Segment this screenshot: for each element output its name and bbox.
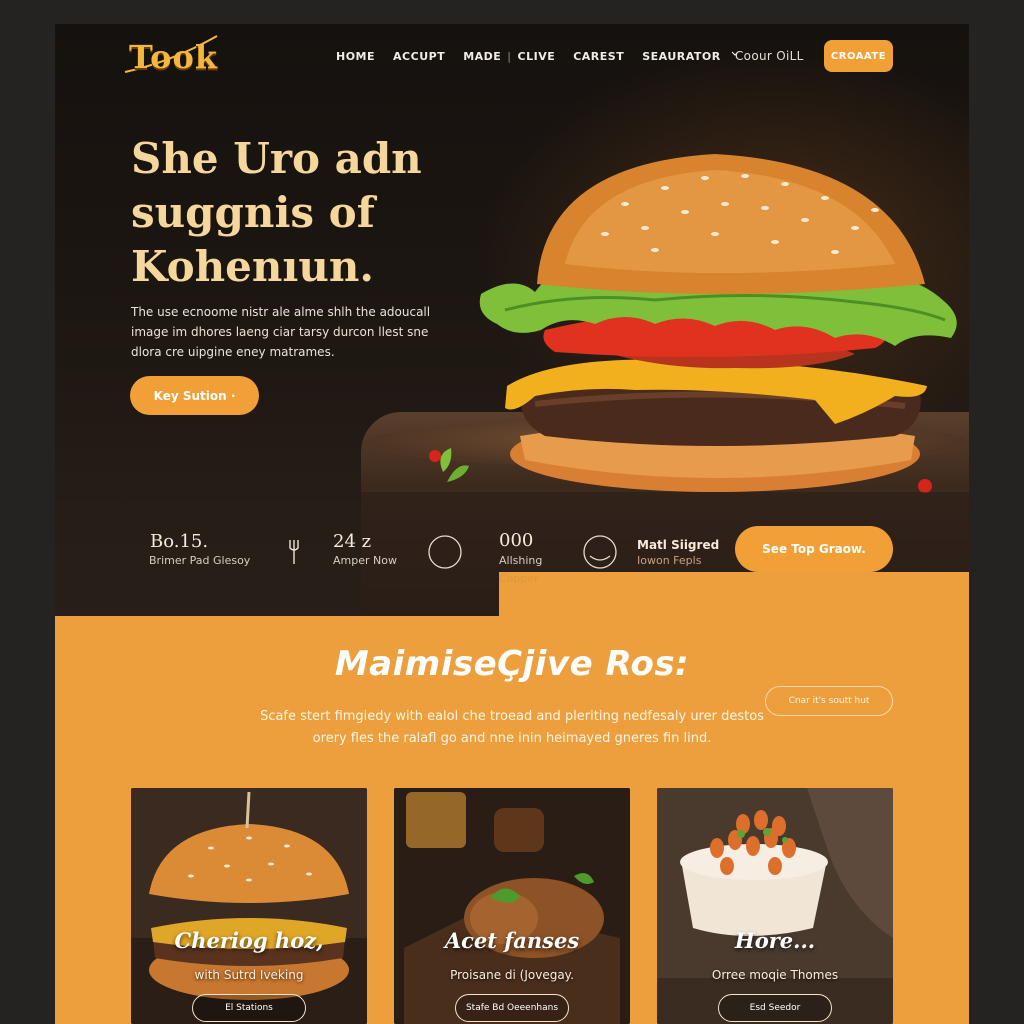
fork-icon — [289, 540, 299, 564]
hero-title-line-3: Kohenıun. — [131, 242, 375, 291]
card-button-3[interactable]: Esd Seedor — [718, 994, 832, 1022]
see-top-button[interactable]: See Top Graow. — [735, 526, 893, 572]
nav-link-accupt[interactable]: ACCUPT — [393, 50, 445, 63]
nav-link-seaurator-label: SEAURATOR — [642, 50, 721, 63]
menu-card-2[interactable]: Acet fanses Proisane di (Jovegay. Stafe … — [394, 788, 630, 1024]
section-title: MaimiseÇjive Ros: — [334, 644, 690, 684]
stat-value-2: 24 z — [333, 531, 372, 552]
see-top-button-label: See Top Graow. — [762, 542, 866, 556]
nav-link-clive[interactable]: CLIVE — [518, 50, 556, 63]
card-title-2: Acet fanses — [444, 928, 580, 953]
hero-title-line-1: She Uro adn — [131, 134, 422, 183]
stat-label-3: Allshing — [499, 554, 543, 567]
nav-link-carest[interactable]: CAREST — [573, 50, 624, 63]
stat-label-2: Amper Now — [333, 554, 397, 567]
logo[interactable]: Took — [129, 38, 218, 76]
card-button-1[interactable]: El Stations — [192, 994, 306, 1022]
stat-label-4: Iowon Fepls — [637, 554, 702, 567]
card-title-3: Hore... — [734, 928, 816, 953]
top-nav: Took HOME ACCUPT MADE | CLIVE CAREST SEA… — [55, 24, 969, 94]
card-title-1: Cheriog hoz, — [174, 928, 324, 953]
nav-link-separator: | — [507, 50, 512, 63]
hero-subtitle: The use ecnoome nistr ale alme shlh the … — [131, 305, 431, 359]
card-button-2[interactable]: Stafe Bd Oeeenhans — [455, 994, 569, 1022]
menu-card-3[interactable]: Hore... Orree moqie Thomes Esd Seedor — [657, 788, 893, 1024]
fried-food-photo — [394, 788, 630, 1024]
card-subtitle-1: with Sutrd Iveking — [194, 968, 304, 982]
nav-link-made[interactable]: MADE — [463, 50, 501, 63]
nav-link-home[interactable]: HOME — [336, 50, 375, 63]
burger-image — [479, 154, 957, 492]
nav-links: HOME ACCUPT MADE | CLIVE CAREST SEAURATO… — [336, 50, 757, 63]
burger-photo — [131, 788, 367, 1024]
hero-cta-button[interactable]: Key Sution · — [130, 376, 259, 415]
menu-card-1[interactable]: Cheriog hoz, with Sutrd Iveking El Stati… — [131, 788, 367, 1024]
section-subtitle: Scafe stert fimgiedy with ealol che troe… — [260, 709, 764, 746]
section-pill-button[interactable]: Cnar it's soutt hut — [765, 686, 893, 716]
stat-value-4: Matl Siigred — [637, 538, 720, 552]
featured-section: MaimiseÇjive Ros: Cnar it's soutt hut Sc… — [55, 616, 969, 1024]
nav-link-seaurator[interactable]: SEAURATOR — [642, 50, 739, 63]
page: Took HOME ACCUPT MADE | CLIVE CAREST SEA… — [55, 24, 969, 1024]
hero-title: She Uro adn suggnis of Kohenıun. — [131, 132, 461, 294]
create-button[interactable]: CROAATE — [824, 40, 893, 72]
circle-outline-icon — [583, 535, 617, 569]
hero-section: Took HOME ACCUPT MADE | CLIVE CAREST SEA… — [55, 24, 969, 980]
snack-bowl-photo — [657, 788, 893, 1024]
stat-value-3: 000 — [499, 530, 534, 551]
hero-title-line-2: suggnis of — [131, 188, 375, 237]
stat-label-1: Brimer Pad Glesoy — [149, 554, 251, 567]
circle-icon — [428, 535, 462, 569]
card-subtitle-2: Proisane di (Jovegay. — [450, 968, 574, 982]
card-subtitle-3: Orree moqie Thomes — [711, 968, 839, 982]
account-link[interactable]: Coour OiLL — [735, 49, 804, 63]
stat-value-1: Bo.15. — [150, 531, 209, 552]
